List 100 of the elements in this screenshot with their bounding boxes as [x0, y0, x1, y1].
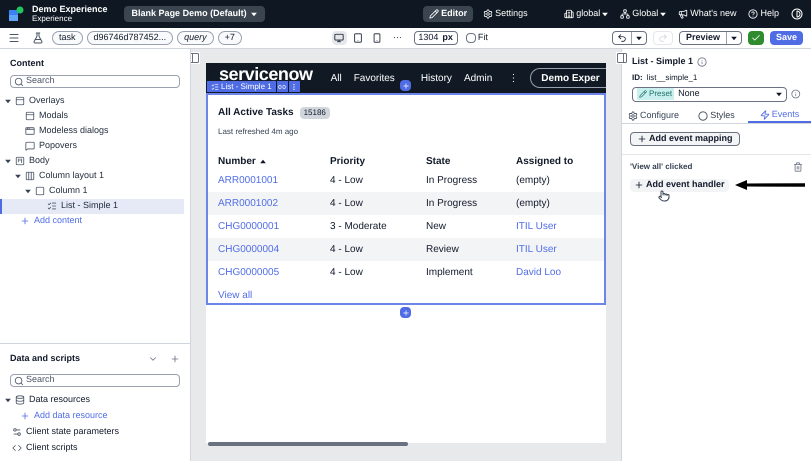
mode-tab[interactable]: Editor: [423, 6, 474, 22]
gear-icon: [628, 110, 638, 120]
panel-tab[interactable]: Styles: [685, 108, 748, 122]
tree-item[interactable]: Column 1: [0, 184, 184, 198]
context-chip[interactable]: task: [52, 31, 83, 45]
tree-item[interactable]: Data resources: [0, 392, 184, 408]
column-header[interactable]: Assigned to: [516, 154, 594, 170]
collapse-panel-icon[interactable]: [191, 52, 200, 64]
mode-tab[interactable]: Settings: [477, 6, 534, 22]
column-header[interactable]: Number: [218, 154, 330, 170]
preset-select[interactable]: Preset None: [632, 86, 788, 102]
save-button[interactable]: Save: [770, 31, 803, 45]
nav-link[interactable]: Favorites: [354, 70, 395, 86]
tree-item[interactable]: Client scripts: [0, 440, 184, 456]
pencil-icon: [639, 90, 647, 98]
table-cell-text: Implement: [426, 266, 474, 280]
table-cell-text: (empty): [516, 197, 551, 212]
app-logo: [8, 6, 24, 22]
page-selector[interactable]: Blank Page Demo (Default): [124, 6, 265, 22]
add-content-link[interactable]: Add content: [20, 214, 82, 228]
desktop-view-button[interactable]: [332, 31, 347, 45]
plus-icon: [402, 82, 410, 90]
scrollbar[interactable]: [208, 442, 408, 446]
caret-icon: [260, 159, 266, 164]
tree-item[interactable]: List - Simple 1: [0, 198, 184, 214]
table-link[interactable]: ITIL User: [516, 242, 594, 258]
trash-icon[interactable]: [793, 162, 803, 172]
menu-icon[interactable]: [8, 32, 20, 44]
caret-icon[interactable]: [5, 398, 11, 402]
contrast-icon[interactable]: [791, 8, 803, 20]
tree-item[interactable]: Column layout 1: [0, 168, 184, 184]
info-icon[interactable]: [697, 56, 708, 67]
whats-new-button[interactable]: What's new: [678, 7, 736, 21]
tree-item[interactable]: Popovers: [0, 138, 184, 154]
scope-selector[interactable]: global: [564, 7, 608, 21]
nav-link[interactable]: Admin: [464, 70, 492, 86]
account-button[interactable]: Demo Exper: [530, 68, 606, 88]
caret-icon[interactable]: [15, 174, 21, 178]
component-tag[interactable]: List - Simple 1: [207, 81, 276, 92]
fit-checkbox[interactable]: [466, 33, 476, 43]
table-cell-text: New: [426, 220, 448, 234]
width-field[interactable]: 1304 px: [414, 31, 458, 45]
info-icon[interactable]: [791, 89, 801, 99]
search-field[interactable]: Search: [10, 74, 180, 88]
more-menu[interactable]: ⋮: [508, 70, 518, 86]
table-link[interactable]: CHG0000005: [218, 265, 330, 280]
window-icon: [25, 111, 35, 121]
building-icon: [564, 9, 574, 19]
add-icon[interactable]: [170, 354, 180, 364]
context-chip[interactable]: d96746d787452...: [86, 31, 174, 45]
caret-icon: [602, 12, 608, 16]
collapse-panel-icon[interactable]: [616, 52, 628, 64]
table-link[interactable]: CHG0000004: [218, 242, 330, 258]
add-below-button[interactable]: [400, 307, 411, 318]
link-button[interactable]: [276, 81, 288, 92]
nav-link[interactable]: All: [330, 70, 342, 86]
list-component[interactable]: [206, 93, 606, 305]
help-button[interactable]: Help: [748, 7, 779, 21]
megaphone-icon: [678, 9, 688, 19]
add-above-button[interactable]: [400, 80, 411, 91]
confirm-button[interactable]: [748, 31, 764, 45]
table-link[interactable]: David Loo: [516, 265, 594, 280]
more-options[interactable]: ···: [392, 31, 402, 45]
preset-button[interactable]: Preset: [637, 88, 674, 100]
tree-item[interactable]: Body: [0, 154, 184, 168]
tree-item[interactable]: Modals: [0, 108, 184, 124]
tree-item[interactable]: Overlays: [0, 94, 184, 108]
table-link[interactable]: ITIL User: [516, 219, 594, 234]
application-selector[interactable]: Global: [620, 7, 666, 21]
context-chip[interactable]: +7: [218, 31, 242, 45]
tree-item[interactable]: Client state parameters: [0, 424, 184, 440]
table-cell-text: 4 - Low: [330, 266, 364, 280]
search-field[interactable]: Search: [10, 374, 180, 386]
view-all-link[interactable]: View all: [208, 288, 262, 303]
panel-tab[interactable]: Configure: [622, 108, 685, 122]
caret-icon[interactable]: [5, 158, 11, 164]
more-button[interactable]: [288, 81, 300, 92]
caret-icon: [636, 36, 642, 40]
add-event-mapping-button[interactable]: Add event mapping: [630, 132, 740, 146]
table-link[interactable]: ARR0001001: [218, 173, 330, 188]
caret-icon[interactable]: [5, 98, 11, 104]
column-header[interactable]: Priority: [330, 154, 426, 170]
speech-bubble-icon: [25, 141, 35, 151]
context-chip[interactable]: query: [177, 31, 214, 45]
flask-icon[interactable]: [32, 32, 44, 44]
panel-tab[interactable]: Events: [748, 108, 811, 122]
refresh-note: Last refreshed 4m ago: [217, 126, 300, 138]
nav-link[interactable]: History: [420, 70, 452, 86]
table-link[interactable]: ARR0001002: [218, 196, 330, 212]
tree-item[interactable]: Modeless dialogs: [0, 124, 184, 138]
column-header[interactable]: State: [426, 154, 516, 170]
add-event-handler-button[interactable]: Add event handler: [630, 178, 729, 192]
desktop-icon: [334, 33, 344, 43]
hierarchy-icon: [620, 9, 630, 19]
tablet-icon: [353, 33, 364, 43]
table-link[interactable]: CHG0000001: [218, 219, 330, 234]
add-data-resource-link[interactable]: Add data resource: [20, 408, 108, 424]
component-title: List - Simple 1: [632, 55, 694, 68]
list-icon: [47, 201, 57, 211]
caret-icon[interactable]: [25, 188, 31, 194]
